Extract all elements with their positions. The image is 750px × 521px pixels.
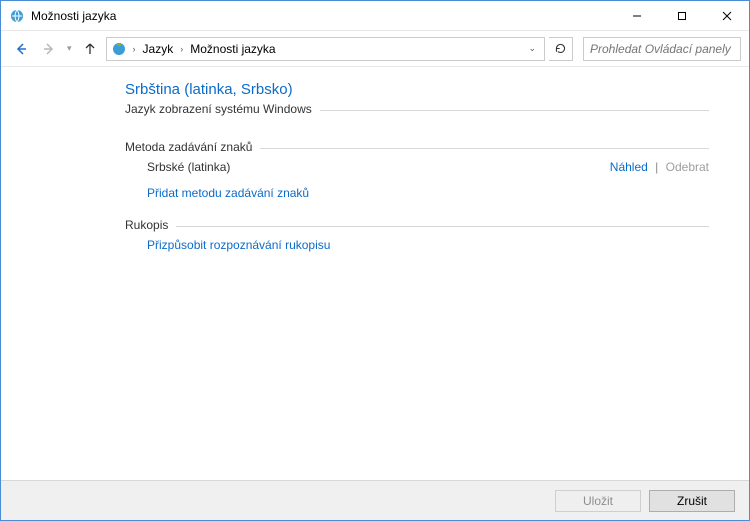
chevron-right-icon[interactable]: ›: [131, 44, 138, 54]
minimize-button[interactable]: [614, 1, 659, 30]
section-separator: [260, 148, 709, 149]
control-panel-icon: [111, 41, 127, 57]
input-method-section-label: Metoda zadávání znaků: [125, 140, 252, 154]
display-language-section-label: Jazyk zobrazení systému Windows: [125, 102, 312, 116]
action-separator: |: [651, 160, 662, 174]
input-method-row: Srbské (latinka) Náhled | Odebrat: [125, 154, 709, 180]
customize-handwriting-link[interactable]: Přizpůsobit rozpoznávání rukopisu: [147, 238, 330, 252]
titlebar: Možnosti jazyka: [1, 1, 749, 31]
content-area: Srbština (latinka, Srbsko) Jazyk zobraze…: [1, 67, 749, 480]
breadcrumb-dropdown-chevron[interactable]: ⌄: [524, 43, 540, 54]
section-separator: [320, 110, 709, 111]
remove-link-disabled: Odebrat: [666, 160, 709, 174]
refresh-button[interactable]: [549, 37, 573, 61]
window-title: Možnosti jazyka: [31, 9, 116, 23]
preview-link[interactable]: Náhled: [610, 160, 648, 174]
back-button[interactable]: [9, 37, 33, 61]
input-method-name: Srbské (latinka): [147, 160, 610, 174]
footer: Uložit Zrušit: [1, 480, 749, 520]
breadcrumb[interactable]: › Jazyk › Možnosti jazyka ⌄: [106, 37, 545, 61]
search-input[interactable]: [588, 41, 749, 57]
handwriting-section-label: Rukopis: [125, 218, 168, 232]
page-title: Srbština (latinka, Srbsko): [125, 81, 709, 98]
navbar: ▾ › Jazyk › Možnosti jazyka ⌄: [1, 31, 749, 67]
up-button[interactable]: [78, 37, 102, 61]
cancel-button[interactable]: Zrušit: [649, 490, 735, 512]
breadcrumb-item-moznosti[interactable]: Možnosti jazyka: [187, 42, 278, 56]
maximize-button[interactable]: [659, 1, 704, 30]
section-separator: [176, 226, 709, 227]
chevron-right-icon[interactable]: ›: [178, 44, 185, 54]
forward-button[interactable]: [37, 37, 61, 61]
close-button[interactable]: [704, 1, 749, 30]
save-button[interactable]: Uložit: [555, 490, 641, 512]
breadcrumb-item-jazyk[interactable]: Jazyk: [140, 42, 177, 56]
recent-locations-chevron[interactable]: ▾: [65, 43, 74, 54]
search-box[interactable]: [583, 37, 741, 61]
add-input-method-link[interactable]: Přidat metodu zadávání znaků: [147, 186, 309, 200]
app-icon: [9, 8, 25, 24]
